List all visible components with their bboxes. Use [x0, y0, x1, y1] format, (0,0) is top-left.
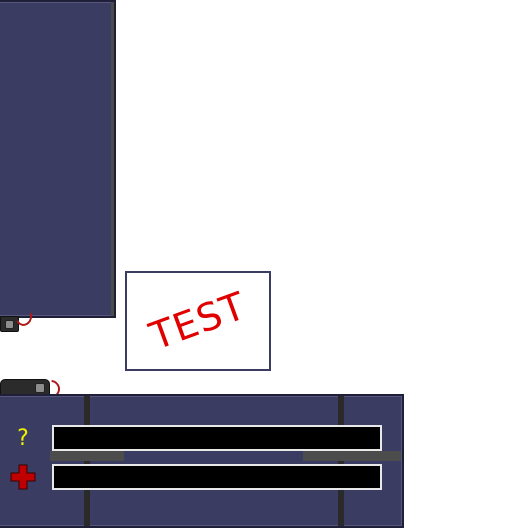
panel-rail	[50, 451, 124, 461]
panel-rail	[338, 396, 344, 526]
status-bar-unknown	[52, 425, 382, 451]
panel-rail	[84, 396, 90, 526]
red-cross-health-icon	[8, 464, 38, 490]
status-bar-health	[52, 464, 382, 490]
panel-frame-edge	[111, 2, 114, 316]
status-row-unknown: ?	[0, 425, 398, 451]
top-left-panel	[0, 0, 116, 318]
status-row-health	[0, 464, 398, 490]
question-mark-icon: ?	[8, 425, 38, 451]
red-cross-health-icon-svg	[10, 464, 36, 490]
question-mark-glyph: ?	[17, 425, 29, 451]
status-panel: ?	[0, 394, 404, 528]
handle-knob	[5, 320, 14, 329]
test-sign: TEST	[125, 271, 271, 371]
test-sign-text: TEST	[144, 283, 252, 359]
panel-rail	[303, 451, 401, 461]
